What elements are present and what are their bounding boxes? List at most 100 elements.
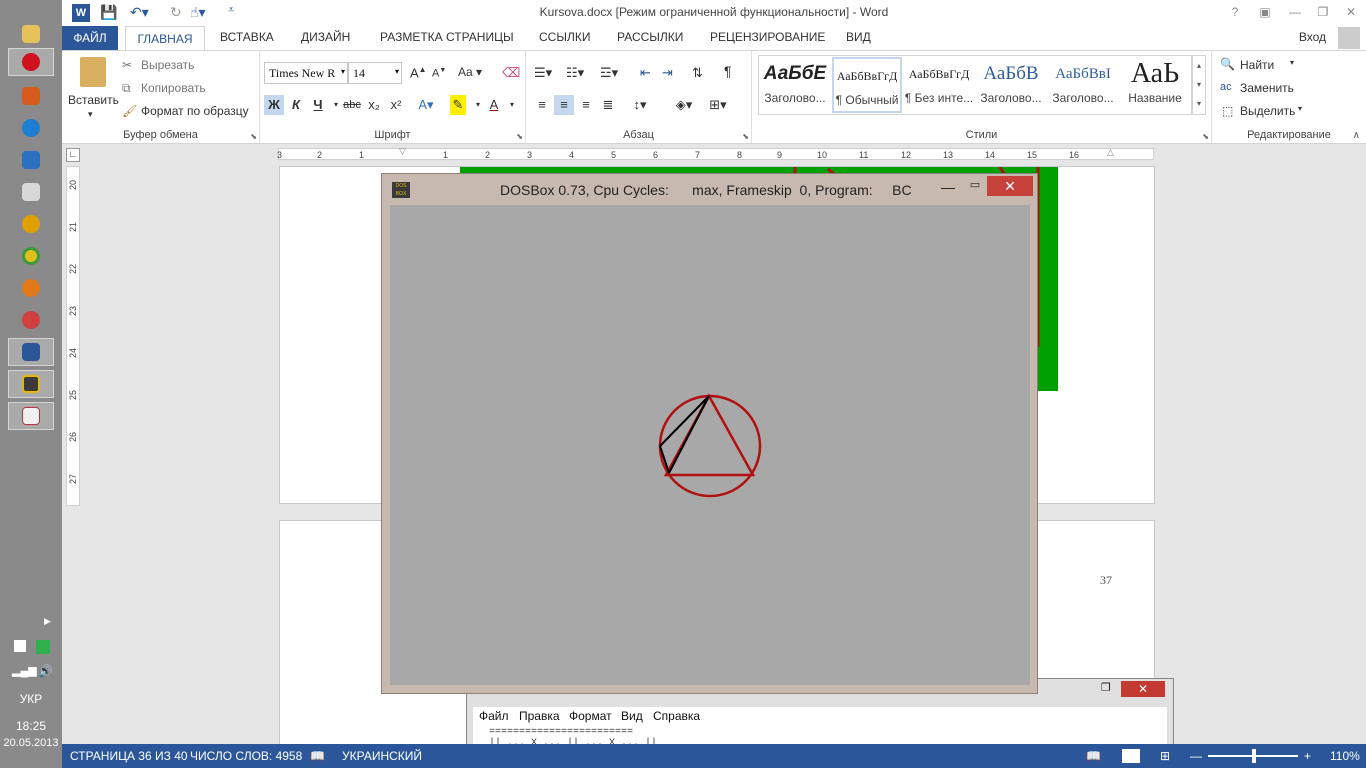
zoom-out-icon[interactable]: — <box>1190 749 1202 763</box>
web-layout-icon[interactable]: ⊞ <box>1160 749 1170 763</box>
notification-icon[interactable] <box>36 640 50 654</box>
strikethrough-button[interactable]: abc <box>342 95 362 115</box>
style-title[interactable]: АаЬ Название <box>1120 57 1190 113</box>
close-button[interactable]: ✕ <box>1338 2 1364 22</box>
clock-date[interactable]: 20.05.2013 <box>0 737 62 749</box>
tab-view[interactable]: ВИД <box>846 30 871 44</box>
taskbar-dosbox-icon[interactable] <box>8 370 54 398</box>
underline-button[interactable]: Ч <box>308 95 328 115</box>
borders-icon[interactable]: ⊞▾ <box>704 95 732 115</box>
read-mode-icon[interactable]: 📖 <box>1086 749 1101 763</box>
paste-icon[interactable] <box>80 57 106 87</box>
dialog-launcher-icon[interactable]: ⬊ <box>1202 132 1209 141</box>
notepad-close-button[interactable]: ✕ <box>1121 681 1165 697</box>
tab-references[interactable]: ССЫЛКИ <box>539 30 590 44</box>
dialog-launcher-icon[interactable]: ⬊ <box>742 132 749 141</box>
line-spacing-icon[interactable]: ↕▾ <box>626 95 654 115</box>
clear-formatting-icon[interactable]: ⌫ <box>502 65 520 81</box>
paste-button[interactable]: Вставить <box>68 93 119 107</box>
increase-indent-icon[interactable]: ⇥ <box>662 65 673 81</box>
taskbar-app-icon[interactable] <box>8 306 54 334</box>
find-button[interactable]: Найти <box>1240 58 1274 72</box>
collapse-ribbon-icon[interactable]: ∧ <box>1353 130 1360 141</box>
print-layout-icon[interactable] <box>1122 749 1140 763</box>
highlight-icon[interactable]: ✎ <box>450 95 466 115</box>
style-heading3[interactable]: АаБбВвI Заголово... <box>1048 57 1118 113</box>
font-color-dropdown-icon[interactable]: ▾ <box>502 95 522 115</box>
taskbar-chrome-icon[interactable] <box>8 242 54 270</box>
cut-button[interactable]: Вырезать <box>141 58 194 72</box>
maximize-button[interactable]: ❐ <box>1310 2 1336 22</box>
taskbar-app-icon[interactable] <box>8 114 54 142</box>
format-painter-button[interactable]: Формат по образцу <box>141 104 249 118</box>
language-indicator[interactable]: УКР <box>0 692 62 706</box>
taskbar-notepad-icon[interactable] <box>8 402 54 430</box>
style-heading1[interactable]: АаБбЕ Заголово... <box>760 57 830 113</box>
taskbar-explorer-icon[interactable] <box>8 20 54 48</box>
dialog-launcher-icon[interactable]: ⬊ <box>250 132 257 141</box>
subscript-button[interactable]: x₂ <box>364 95 384 115</box>
replace-button[interactable]: Заменить <box>1240 81 1294 95</box>
select-button[interactable]: Выделить <box>1240 104 1295 118</box>
zoom-level[interactable]: 110% <box>1330 749 1360 763</box>
find-icon[interactable]: 🔍 <box>1220 57 1235 71</box>
font-size-combo[interactable]: 14 ▾ <box>348 62 402 84</box>
paste-dropdown-icon[interactable]: ▾ <box>88 109 93 120</box>
bullets-icon[interactable]: ☰▾ <box>534 65 552 81</box>
copy-button[interactable]: Копировать <box>141 81 206 95</box>
chevron-down-icon[interactable]: ▾ <box>1298 104 1302 113</box>
chevron-right-icon[interactable]: ▶ <box>44 616 51 627</box>
zoom-in-icon[interactable]: + <box>1304 749 1311 763</box>
style-no-spacing[interactable]: АаБбВвГгД ¶ Без инте... <box>904 57 974 113</box>
italic-button[interactable]: К <box>286 95 306 115</box>
taskbar-app-icon[interactable] <box>8 178 54 206</box>
help-button[interactable]: ? <box>1222 2 1248 22</box>
dialog-launcher-icon[interactable]: ⬊ <box>516 132 523 141</box>
ruler-bar[interactable]: 3 2 1 1 2 3 4 5 6 7 8 9 10 11 12 13 14 1… <box>277 146 1154 160</box>
word-count[interactable]: ЧИСЛО СЛОВ: 4958 <box>190 749 302 763</box>
taskbar-firefox-icon[interactable] <box>8 274 54 302</box>
show-formatting-button[interactable]: ¶ <box>724 63 732 79</box>
horizontal-ruler[interactable]: ∟ 3 2 1 1 2 3 4 5 6 7 8 9 10 11 12 13 14… <box>62 144 1366 166</box>
page-count[interactable]: СТРАНИЦА 36 ИЗ 40 <box>70 749 188 763</box>
justify-icon[interactable]: ≣ <box>598 95 618 115</box>
tab-mailings[interactable]: РАССЫЛКИ <box>617 30 683 44</box>
style-normal[interactable]: АаБбВвГгД ¶ Обычный <box>832 57 902 113</box>
styles-scroll[interactable]: ▴ ▾ ▾ <box>1192 55 1206 115</box>
decrease-indent-icon[interactable]: ⇤ <box>640 65 651 81</box>
dosbox-screen[interactable] <box>390 205 1030 685</box>
taskbar-opera-icon[interactable] <box>8 48 54 76</box>
cut-icon[interactable]: ✂ <box>122 58 132 72</box>
notepad-maximize-button[interactable]: ❐ <box>1101 681 1111 694</box>
numbering-icon[interactable]: ☷▾ <box>566 65 584 81</box>
taskbar-app-icon[interactable] <box>8 210 54 238</box>
taskbar-app-icon[interactable] <box>8 82 54 110</box>
menu-format[interactable]: Формат <box>569 709 612 723</box>
tab-design[interactable]: ДИЗАЙН <box>301 30 350 44</box>
menu-help[interactable]: Справка <box>653 709 700 723</box>
taskbar-word-icon[interactable] <box>8 338 54 366</box>
zoom-slider-thumb[interactable] <box>1252 749 1256 763</box>
menu-edit[interactable]: Правка <box>519 709 560 723</box>
menu-view[interactable]: Вид <box>621 709 643 723</box>
shrink-font-icon[interactable]: A▼ <box>432 67 446 80</box>
tab-file[interactable]: ФАЙЛ <box>62 26 118 50</box>
taskbar-app-icon[interactable] <box>8 146 54 174</box>
sign-in-link[interactable]: Вход <box>1299 30 1326 44</box>
tab-layout[interactable]: РАЗМЕТКА СТРАНИЦЫ <box>380 30 514 44</box>
superscript-button[interactable]: x² <box>386 95 406 115</box>
dosbox-minimize-button[interactable]: — <box>938 179 958 197</box>
grow-font-icon[interactable]: A▲ <box>410 65 427 80</box>
dosbox-window[interactable]: DOS BOX DOSBox 0.73, Cpu Cycles: max, Fr… <box>381 173 1038 694</box>
sort-icon[interactable]: ⇅ <box>692 65 703 81</box>
text-effects-icon[interactable]: A▾ <box>416 95 436 115</box>
bold-button[interactable]: Ж <box>264 95 284 115</box>
dosbox-close-button[interactable]: ✕ <box>987 176 1033 196</box>
multilevel-list-icon[interactable]: ☲▾ <box>600 65 618 81</box>
language-status[interactable]: УКРАИНСКИЙ <box>342 749 422 763</box>
tab-selector[interactable]: ∟ <box>66 148 80 162</box>
align-center-icon[interactable]: ≡ <box>554 95 574 115</box>
align-right-icon[interactable]: ≡ <box>576 95 596 115</box>
font-color-icon[interactable]: A <box>484 95 504 115</box>
dosbox-maximize-button[interactable]: ▭ <box>965 178 985 196</box>
